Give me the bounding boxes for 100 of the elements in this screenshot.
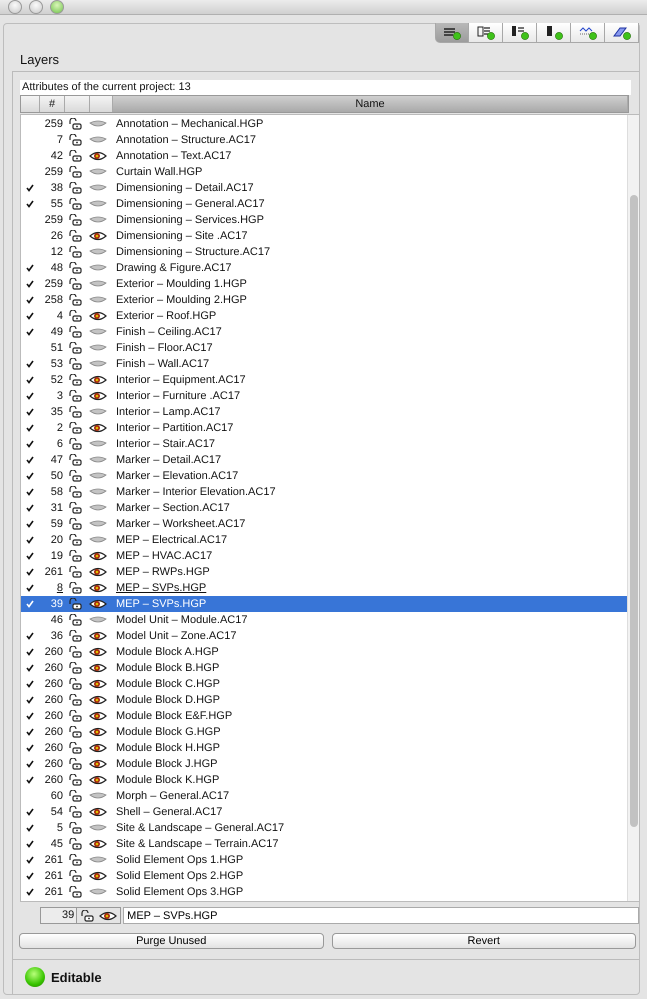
padlock-icon[interactable] — [68, 390, 82, 402]
layer-row[interactable]: 42 Annotation – Text.AC17 — [21, 148, 627, 164]
padlock-icon[interactable] — [68, 358, 82, 370]
hidden-eye-icon[interactable] — [89, 535, 107, 545]
padlock-icon[interactable] — [68, 166, 82, 178]
toolbar-tab[interactable] — [605, 23, 639, 43]
layer-row[interactable]: 260 Module Block J.HGP — [21, 756, 627, 772]
padlock-icon[interactable] — [68, 198, 82, 210]
hidden-eye-icon[interactable] — [89, 407, 107, 417]
padlock-icon[interactable] — [68, 886, 82, 898]
layer-row[interactable]: 2 Interior – Partition.AC17 — [21, 420, 627, 436]
hidden-eye-icon[interactable] — [89, 295, 107, 305]
eye-icon[interactable] — [89, 679, 107, 689]
layer-row[interactable]: 260 Module Block E&F.HGP — [21, 708, 627, 724]
close-button[interactable] — [8, 0, 22, 14]
padlock-icon[interactable] — [68, 694, 82, 706]
padlock-icon[interactable] — [68, 310, 82, 322]
layer-row[interactable]: 8 MEP – SVPs.HGP — [21, 580, 627, 596]
hidden-eye-icon[interactable] — [89, 503, 107, 513]
layer-row[interactable]: 20 MEP – Electrical.AC17 — [21, 532, 627, 548]
layer-row[interactable]: 48 Drawing & Figure.AC17 — [21, 260, 627, 276]
layer-row[interactable]: 260 Module Block G.HGP — [21, 724, 627, 740]
layer-row[interactable]: 38 Dimensioning – Detail.AC17 — [21, 180, 627, 196]
hidden-eye-icon[interactable] — [89, 487, 107, 497]
layer-row[interactable]: 26 Dimensioning – Site .AC17 — [21, 228, 627, 244]
layer-row[interactable]: 5 Site & Landscape – General.AC17 — [21, 820, 627, 836]
padlock-icon[interactable] — [68, 774, 82, 786]
padlock-icon[interactable] — [68, 470, 82, 482]
padlock-icon[interactable] — [68, 294, 82, 306]
layer-row[interactable]: 259 Dimensioning – Services.HGP — [21, 212, 627, 228]
layer-row[interactable]: 58 Marker – Interior Elevation.AC17 — [21, 484, 627, 500]
padlock-icon[interactable] — [68, 406, 82, 418]
padlock-icon[interactable] — [68, 582, 82, 594]
layer-row[interactable]: 39 MEP – SVPs.HGP — [21, 596, 627, 612]
name-field[interactable]: MEP – SVPs.HGP — [123, 907, 639, 924]
padlock-icon[interactable] — [68, 742, 82, 754]
hidden-eye-icon[interactable] — [89, 327, 107, 337]
eye-icon[interactable] — [89, 231, 107, 241]
hidden-eye-icon[interactable] — [89, 183, 107, 193]
hidden-eye-icon[interactable] — [89, 471, 107, 481]
hidden-eye-icon[interactable] — [89, 135, 107, 145]
toolbar-tab[interactable] — [469, 23, 503, 43]
eye-icon[interactable] — [89, 311, 107, 321]
eye-icon[interactable] — [89, 871, 107, 881]
layer-row[interactable]: 49 Finish – Ceiling.AC17 — [21, 324, 627, 340]
padlock-icon[interactable] — [68, 870, 82, 882]
layer-row[interactable]: 60 Morph – General.AC17 — [21, 788, 627, 804]
layer-row[interactable]: 259 Annotation – Mechanical.HGP — [21, 116, 627, 132]
action-button[interactable]: Purge Unused — [19, 933, 324, 949]
toolbar-tab[interactable] — [537, 23, 571, 43]
layer-row[interactable]: 6 Interior – Stair.AC17 — [21, 436, 627, 452]
hidden-eye-icon[interactable] — [89, 359, 107, 369]
padlock-icon[interactable] — [68, 550, 82, 562]
eye-icon[interactable] — [99, 910, 118, 920]
padlock-icon[interactable] — [68, 342, 82, 354]
padlock-icon[interactable] — [68, 374, 82, 386]
eye-icon[interactable] — [89, 631, 107, 641]
padlock-icon[interactable] — [68, 630, 82, 642]
layer-row[interactable]: 261 Solid Element Ops 2.HGP — [21, 868, 627, 884]
padlock-icon[interactable] — [68, 278, 82, 290]
layer-row[interactable]: 261 Solid Element Ops 1.HGP — [21, 852, 627, 868]
layer-row[interactable]: 50 Marker – Elevation.AC17 — [21, 468, 627, 484]
padlock-icon[interactable] — [80, 910, 94, 922]
padlock-icon[interactable] — [68, 662, 82, 674]
layer-row[interactable]: 51 Finish – Floor.AC17 — [21, 340, 627, 356]
eye-icon[interactable] — [89, 839, 107, 849]
padlock-icon[interactable] — [68, 598, 82, 610]
eye-icon[interactable] — [89, 775, 107, 785]
layer-row[interactable]: 12 Dimensioning – Structure.AC17 — [21, 244, 627, 260]
layer-row[interactable]: 258 Exterior – Moulding 2.HGP — [21, 292, 627, 308]
padlock-icon[interactable] — [68, 822, 82, 834]
hidden-eye-icon[interactable] — [89, 455, 107, 465]
eye-icon[interactable] — [89, 695, 107, 705]
padlock-icon[interactable] — [68, 246, 82, 258]
hidden-eye-icon[interactable] — [89, 615, 107, 625]
layer-row[interactable]: 45 Site & Landscape – Terrain.AC17 — [21, 836, 627, 852]
eye-icon[interactable] — [89, 727, 107, 737]
hidden-eye-icon[interactable] — [89, 519, 107, 529]
eye-icon[interactable] — [89, 743, 107, 753]
padlock-icon[interactable] — [68, 854, 82, 866]
eye-icon[interactable] — [89, 151, 107, 161]
layer-row[interactable]: 260 Module Block D.HGP — [21, 692, 627, 708]
padlock-icon[interactable] — [68, 678, 82, 690]
layer-row[interactable]: 55 Dimensioning – General.AC17 — [21, 196, 627, 212]
hidden-eye-icon[interactable] — [89, 247, 107, 257]
padlock-icon[interactable] — [68, 438, 82, 450]
padlock-icon[interactable] — [68, 790, 82, 802]
hidden-eye-icon[interactable] — [89, 343, 107, 353]
padlock-icon[interactable] — [68, 182, 82, 194]
eye-icon[interactable] — [89, 423, 107, 433]
hidden-eye-icon[interactable] — [89, 791, 107, 801]
hidden-eye-icon[interactable] — [89, 855, 107, 865]
padlock-icon[interactable] — [68, 214, 82, 226]
layer-row[interactable]: 52 Interior – Equipment.AC17 — [21, 372, 627, 388]
padlock-icon[interactable] — [68, 566, 82, 578]
eye-icon[interactable] — [89, 599, 107, 609]
padlock-icon[interactable] — [68, 614, 82, 626]
padlock-icon[interactable] — [68, 118, 82, 130]
padlock-icon[interactable] — [68, 454, 82, 466]
layer-row[interactable]: 260 Module Block A.HGP — [21, 644, 627, 660]
